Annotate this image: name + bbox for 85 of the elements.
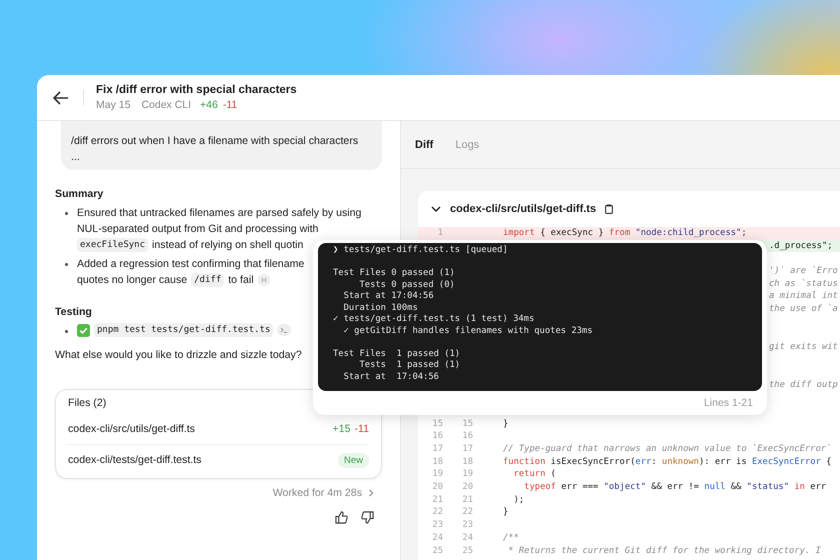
- terminal-line: ❯ tests/get-diff.test.ts [queued]: [333, 245, 508, 256]
- tab[interactable]: Diff: [415, 138, 434, 150]
- deletions-count: -11: [354, 423, 369, 435]
- terminal-line: Start at 17:04:56: [342, 372, 439, 383]
- summary-text: instead of relying on shell quotin: [152, 238, 304, 253]
- new-badge: New: [338, 452, 369, 468]
- code-line: }: [503, 418, 508, 430]
- code-line: function isExecSyncError(err: unknown): err is ExecSyncError {: [503, 456, 832, 468]
- terminal-icon[interactable]: [277, 324, 292, 336]
- chevron-icon[interactable]: [431, 206, 441, 212]
- line-number: 22: [461, 506, 473, 520]
- line-number: 23: [431, 519, 443, 532]
- deletions-count: -11: [222, 99, 238, 111]
- summary-text: to fail: [228, 273, 254, 288]
- summary-text: Ensured that untracked filenames are parsed safely by using: [77, 206, 362, 221]
- code-line: }: [503, 506, 508, 520]
- line-number: 1: [436, 227, 443, 240]
- additions-count: +46: [200, 99, 218, 111]
- summary-text: quotes no longer cause: [77, 273, 188, 288]
- code-fragment: .d_process";: [769, 240, 833, 252]
- code-line: return (: [512, 468, 556, 482]
- copy-icon[interactable]: [605, 204, 614, 214]
- code-fragment: ')` are `Erro: [769, 265, 838, 278]
- line-number: 25: [461, 544, 473, 558]
- line-number: 19: [461, 468, 473, 482]
- line-number: 17: [431, 443, 443, 456]
- terminal-line: Test Files 0 passed (1): [333, 268, 455, 280]
- terminal-line: ✓ getGitDiff handles filenames with quotes 23ms: [342, 326, 593, 337]
- terminal-line: Tests 1 passed (1): [358, 360, 460, 372]
- additions-count: +15: [332, 423, 350, 435]
- line-number: 21: [461, 494, 473, 506]
- task-source: Codex CLI: [141, 99, 192, 111]
- code-line: typeof err === "object" && err != null && "status" in err: [523, 481, 826, 494]
- chevron-right-icon[interactable]: [368, 489, 374, 497]
- line-number: 22: [431, 506, 443, 520]
- code-line: import { execSync } from "node:child_process";: [503, 227, 747, 240]
- summary-heading: Summary: [55, 188, 104, 200]
- line-number: 15: [431, 418, 443, 430]
- line-number: 20: [431, 481, 443, 494]
- terminal-line: Start at 17:04:56: [342, 291, 434, 302]
- thumbs-up-icon[interactable]: [335, 511, 348, 524]
- line-number: 25: [431, 544, 443, 558]
- line-number: 21: [431, 494, 443, 506]
- code-fragment: the use of `a: [769, 303, 838, 316]
- user-message: /diff errors out when I have a filename with special characters ...: [61, 121, 382, 170]
- line-number: 20: [461, 481, 473, 494]
- line-number: 16: [461, 430, 473, 443]
- inline-code: /diff: [191, 273, 224, 287]
- closing-question: What else would you like to drizzle and sizzle today?: [55, 349, 302, 361]
- line-number: 23: [461, 519, 473, 532]
- terminal-line: ✓ tests/get-diff.test.ts (1 test) 34ms: [333, 314, 534, 326]
- summary-text: NUL-separated output from Git and processing with: [77, 222, 318, 237]
- inline-code: pnpm test tests/get-diff.test.ts: [94, 323, 274, 337]
- code-fragment: the diff outp: [769, 379, 838, 392]
- code-fragment: ch as `status: [769, 278, 838, 290]
- code-fragment: a minimal int: [769, 290, 838, 304]
- inline-code: execFileSync: [77, 238, 148, 252]
- line-number: 18: [431, 456, 443, 468]
- code-line: );: [512, 494, 524, 506]
- task-date: May 15: [96, 99, 130, 111]
- line-range: Lines 1-21: [702, 397, 754, 409]
- line-number: 15: [461, 418, 473, 430]
- testing-heading: Testing: [55, 306, 92, 318]
- file-path[interactable]: codex-cli/src/utils/get-diff.ts: [68, 423, 195, 435]
- code-line: * Returns the current Git diff for the working directory. I: [507, 544, 821, 558]
- code-line: // Type-guard that narrows an unknown value to `ExecSyncError`: [503, 443, 832, 456]
- files-title: Files (2): [68, 397, 108, 409]
- line-number: 18: [461, 456, 473, 468]
- summary-text: Added a regression test confirming that filename: [77, 257, 304, 272]
- reference-icon[interactable]: [258, 274, 270, 286]
- thumbs-down-icon[interactable]: [361, 511, 374, 524]
- terminal-line: Tests 0 passed (0): [358, 280, 455, 291]
- back-arrow-icon[interactable]: [53, 90, 69, 104]
- line-number: 19: [431, 468, 443, 482]
- line-number: 17: [461, 443, 473, 456]
- terminal-line: Duration 100ms: [342, 302, 418, 314]
- terminal-line: Test Files 1 passed (1): [333, 348, 460, 360]
- diff-file-path: codex-cli/src/utils/get-diff.ts: [450, 203, 596, 215]
- line-number: 16: [431, 430, 443, 443]
- line-number: 24: [461, 532, 473, 544]
- task-title: Fix /diff error with special characters: [96, 84, 297, 96]
- line-number: 24: [431, 532, 443, 544]
- code-fragment: git exits wit: [769, 341, 838, 354]
- file-path[interactable]: codex-cli/tests/get-diff.test.ts: [68, 454, 202, 466]
- code-line: /**: [503, 532, 519, 544]
